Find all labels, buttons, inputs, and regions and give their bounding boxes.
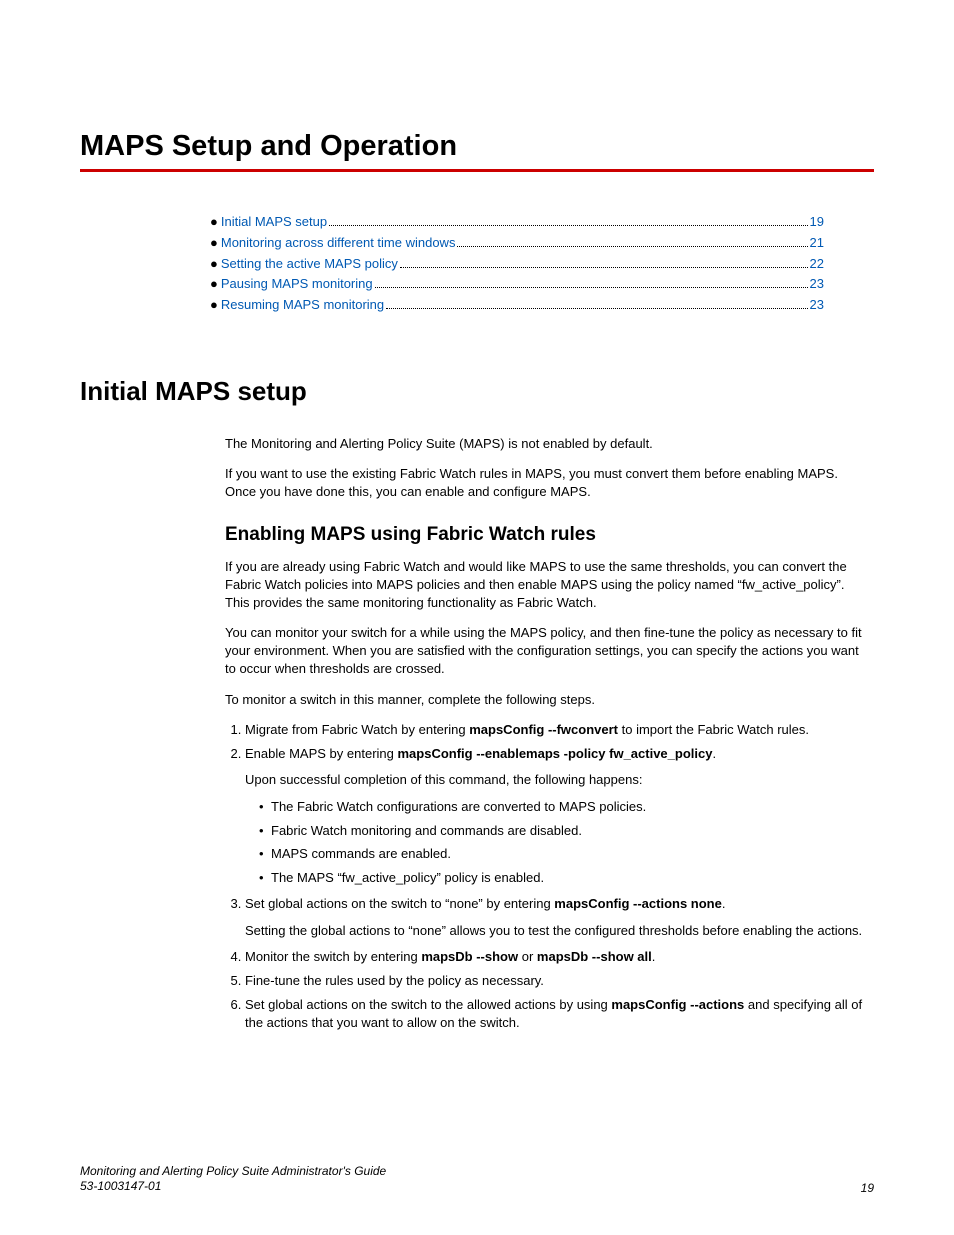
bullet-icon: ● [210,212,218,233]
toc-link-resuming[interactable]: Resuming MAPS monitoring [221,295,384,316]
list-item: The MAPS “fw_active_policy” policy is en… [259,868,869,888]
step-text: Migrate from Fabric Watch by entering [245,722,469,737]
toc-entry: ● Resuming MAPS monitoring 23 [210,295,824,316]
step-text: Set global actions on the switch to the … [245,997,611,1012]
paragraph: You can monitor your switch for a while … [225,624,869,679]
page: MAPS Setup and Operation ● Initial MAPS … [0,0,954,1235]
step-text: . [712,746,716,761]
step-3: Set global actions on the switch to “non… [245,895,869,939]
bullet-icon: ● [210,233,218,254]
step-6: Set global actions on the switch to the … [245,996,869,1032]
toc-link-initial-setup[interactable]: Initial MAPS setup [221,212,327,233]
toc-leader [457,246,807,247]
step-text: Set global actions on the switch to “non… [245,896,554,911]
step-subtext: Setting the global actions to “none” all… [245,922,869,940]
footer-doc-title: Monitoring and Alerting Policy Suite Adm… [80,1164,386,1180]
subsection-heading-enabling: Enabling MAPS using Fabric Watch rules [225,524,869,546]
step-text: or [518,949,537,964]
command-text: mapsConfig --actions [611,997,744,1012]
footer-page-number: 19 [861,1181,874,1195]
toc-entry: ● Setting the active MAPS policy 22 [210,254,824,275]
toc-leader [329,225,807,226]
list-item: Fabric Watch monitoring and commands are… [259,821,869,841]
footer-doc-number: 53-1003147-01 [80,1179,386,1195]
bullet-icon: ● [210,254,218,275]
table-of-contents: ● Initial MAPS setup 19 ● Monitoring acr… [80,212,874,316]
toc-leader [386,308,807,309]
step-4: Monitor the switch by entering mapsDb --… [245,948,869,966]
section-body: The Monitoring and Alerting Policy Suite… [80,435,874,1033]
step-text: Monitor the switch by entering [245,949,421,964]
page-footer: Monitoring and Alerting Policy Suite Adm… [80,1164,874,1195]
toc-entry: ● Initial MAPS setup 19 [210,212,824,233]
toc-page-number: 19 [810,212,824,233]
toc-leader [375,287,808,288]
step-text: to import the Fabric Watch rules. [618,722,809,737]
list-item: The Fabric Watch configurations are conv… [259,797,869,817]
toc-page-number: 23 [810,274,824,295]
toc-entry: ● Pausing MAPS monitoring 23 [210,274,824,295]
toc-link-pausing[interactable]: Pausing MAPS monitoring [221,274,373,295]
bullet-list: The Fabric Watch configurations are conv… [245,797,869,887]
step-2: Enable MAPS by entering mapsConfig --ena… [245,745,869,887]
bullet-icon: ● [210,274,218,295]
paragraph: If you want to use the existing Fabric W… [225,465,869,501]
procedure-list: Migrate from Fabric Watch by entering ma… [225,721,869,1033]
command-text: mapsDb --show [421,949,518,964]
toc-entry: ● Monitoring across different time windo… [210,233,824,254]
step-text: . [722,896,726,911]
toc-link-monitoring-windows[interactable]: Monitoring across different time windows [221,233,456,254]
paragraph: To monitor a switch in this manner, comp… [225,691,869,709]
paragraph: The Monitoring and Alerting Policy Suite… [225,435,869,453]
bullet-icon: ● [210,295,218,316]
section-heading-initial-setup: Initial MAPS setup [80,376,874,407]
toc-leader [400,267,808,268]
paragraph: If you are already using Fabric Watch an… [225,558,869,613]
command-text: mapsConfig --actions none [554,896,722,911]
chapter-title: MAPS Setup and Operation [80,130,874,163]
command-text: mapsConfig --fwconvert [469,722,618,737]
command-text: mapsDb --show all [537,949,652,964]
command-text: mapsConfig --enablemaps -policy fw_activ… [397,746,712,761]
toc-page-number: 22 [810,254,824,275]
toc-link-active-policy[interactable]: Setting the active MAPS policy [221,254,398,275]
step-subtext: Upon successful completion of this comma… [245,771,869,789]
step-5: Fine-tune the rules used by the policy a… [245,972,869,990]
title-rule [80,169,874,172]
list-item: MAPS commands are enabled. [259,844,869,864]
toc-page-number: 23 [810,295,824,316]
step-text: . [652,949,656,964]
step-1: Migrate from Fabric Watch by entering ma… [245,721,869,739]
step-text: Enable MAPS by entering [245,746,397,761]
toc-page-number: 21 [810,233,824,254]
footer-left: Monitoring and Alerting Policy Suite Adm… [80,1164,386,1195]
